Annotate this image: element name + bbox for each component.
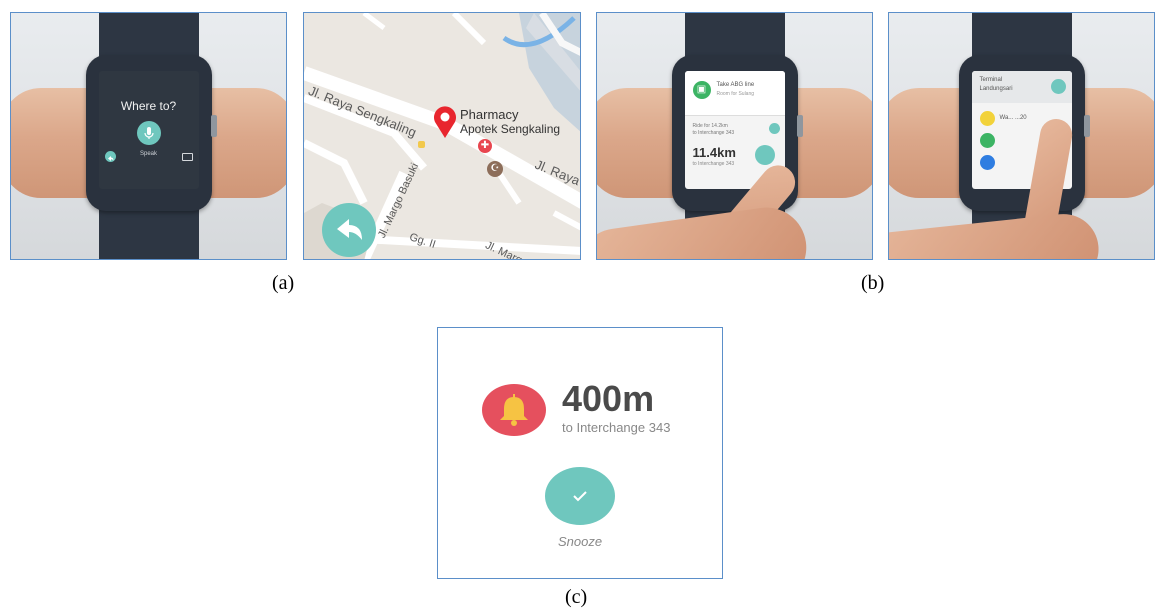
- mic-button[interactable]: [136, 121, 161, 145]
- ride-subtext: to Interchange 343: [692, 130, 735, 136]
- bell-badge: [482, 384, 546, 436]
- back-fab[interactable]: [322, 203, 376, 257]
- caption-c: (c): [565, 586, 588, 608]
- watch-case: Where to? Speak: [85, 55, 217, 211]
- snooze-button[interactable]: [545, 467, 615, 525]
- terminal-name-line2: Landungsari: [979, 86, 1013, 92]
- bus-icon: ▣: [692, 81, 711, 99]
- distance-sub: to Interchange 343: [692, 161, 735, 167]
- watch-side-button[interactable]: [1083, 115, 1090, 137]
- snooze-label: Snooze: [557, 534, 603, 549]
- route-card[interactable]: ▣ Take ABG line Room for Sulang: [684, 71, 785, 116]
- card-title: Take ABG line: [716, 82, 755, 88]
- small-marker-icon: [418, 141, 425, 148]
- bus-step-icon[interactable]: [979, 133, 995, 148]
- terminal-header: Terminal Landungsari: [971, 71, 1072, 103]
- location-icon[interactable]: [768, 123, 780, 134]
- alert-destination: to Interchange 343: [562, 420, 671, 435]
- bell-icon: [500, 394, 528, 426]
- watch-route-panel: ▣ Take ABG line Room for Sulang Ride for…: [596, 12, 873, 260]
- where-to-prompt: Where to?: [120, 99, 177, 113]
- recenter-icon[interactable]: [1050, 79, 1066, 94]
- back-arrow-icon: [107, 156, 113, 161]
- alert-screen: 400m to Interchange 343 Snooze: [437, 327, 723, 579]
- distance-value: 11.4km: [692, 145, 736, 160]
- back-arrow-icon: [337, 219, 362, 240]
- alert-distance: 400m: [562, 378, 655, 419]
- back-button[interactable]: [104, 151, 116, 162]
- pharmacy-icon[interactable]: ✚: [478, 139, 492, 153]
- watch-steps-panel: Terminal Landungsari Wa... ...20 e: [888, 12, 1155, 260]
- poi-name[interactable]: Pharmacy: [460, 107, 519, 122]
- terminal-name-line1: Terminal: [979, 77, 1003, 83]
- ride-text: Ride for 14.2km: [692, 123, 728, 129]
- watch-side-button[interactable]: [796, 115, 803, 137]
- transfer-step-icon[interactable]: [979, 155, 995, 170]
- confirm-button[interactable]: [754, 145, 775, 165]
- mosque-icon[interactable]: ☪: [487, 161, 503, 177]
- watch-screen: Where to? Speak: [98, 71, 199, 189]
- caption-b: (b): [861, 272, 885, 294]
- watch-voice-panel: Where to? Speak: [10, 12, 287, 260]
- poi-subname[interactable]: Apotek Sengkaling: [460, 122, 560, 136]
- map-pin-icon[interactable]: [432, 105, 458, 139]
- keyboard-icon[interactable]: [181, 153, 193, 161]
- watch-side-button[interactable]: [210, 115, 217, 137]
- map-panel: Jl. Raya Sengkaling Jl. Raya Jl. Margo B…: [303, 12, 581, 260]
- check-icon: [573, 491, 587, 502]
- card-subtitle: Room for Sulang: [716, 91, 755, 97]
- caption-a: (a): [272, 272, 295, 294]
- microphone-icon: [143, 127, 154, 139]
- walk-step-text: Wa... ...20: [999, 115, 1027, 121]
- walk-step-icon[interactable]: [979, 111, 995, 126]
- watch-strap-bottom: [98, 204, 199, 259]
